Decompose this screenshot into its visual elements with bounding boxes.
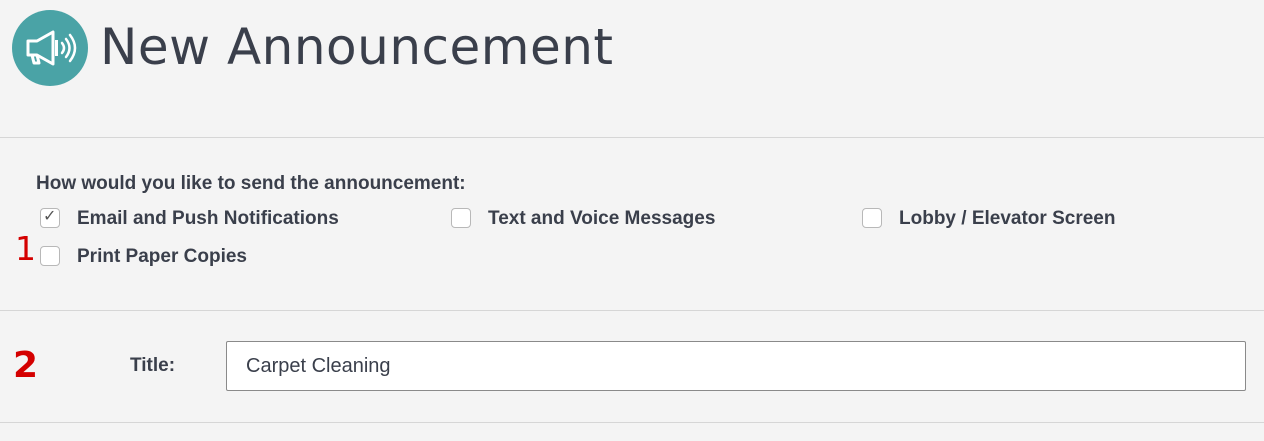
text-voice-checkbox[interactable] — [451, 208, 471, 228]
send-method-question: How would you like to send the announcem… — [36, 173, 466, 194]
option-label: Email and Push Notifications — [77, 208, 339, 229]
option-label: Print Paper Copies — [77, 246, 247, 267]
step-marker-2: 2 — [13, 345, 39, 386]
send-method-section: How would you like to send the announcem… — [0, 137, 1264, 311]
title-input[interactable] — [226, 341, 1246, 391]
megaphone-icon — [12, 10, 88, 86]
email-push-checkbox[interactable]: ✓ — [40, 206, 60, 228]
step-marker-1: 1 — [15, 229, 36, 268]
check-icon: ✓ — [43, 206, 57, 225]
option-label: Lobby / Elevator Screen — [899, 208, 1116, 229]
page-title: New Announcement — [100, 18, 614, 76]
title-label: Title: — [130, 355, 176, 376]
page-header: New Announcement — [0, 0, 1264, 138]
print-paper-checkbox[interactable] — [40, 246, 60, 266]
title-section: 2 Title: — [0, 311, 1264, 423]
option-label: Text and Voice Messages — [488, 208, 716, 229]
lobby-screen-checkbox[interactable] — [862, 208, 882, 228]
